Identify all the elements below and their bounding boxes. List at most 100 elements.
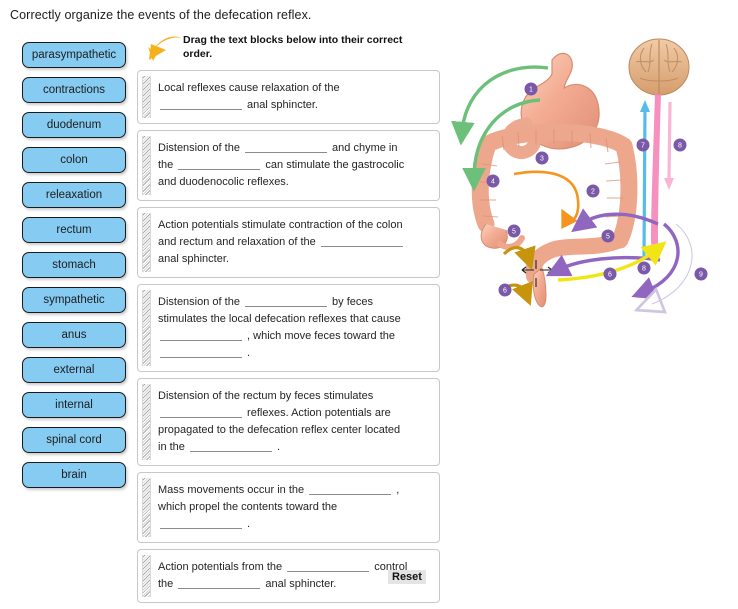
answer-blank[interactable]: [178, 158, 261, 170]
page-title: Correctly organize the events of the def…: [10, 8, 312, 22]
answer-blank[interactable]: [160, 406, 242, 418]
word-chip-stomach[interactable]: stomach: [22, 252, 126, 278]
text-fragment: reflexes. Action potentials are: [244, 407, 391, 419]
spinal-cord-illustration: [651, 94, 661, 262]
brain-illustration: [628, 38, 690, 96]
block-line: the can stimulate the gastrocolic: [158, 157, 404, 174]
callout-5: 5: [507, 224, 521, 238]
text-fragment: and chyme in: [329, 142, 398, 154]
text-fragment: .: [244, 518, 251, 530]
word-chip-rectum[interactable]: rectum: [22, 217, 126, 243]
callout-3: 3: [535, 151, 549, 165]
text-fragment: Local reflexes cause relaxation of the: [158, 82, 340, 94]
text-fragment: and duodenocolic reflexes.: [158, 176, 289, 188]
drop-block[interactable]: Mass movements occur in the , which prope…: [137, 472, 440, 543]
text-fragment: stimulates the local defecation reflexes…: [158, 313, 401, 325]
drop-block[interactable]: Action potentials stimulate contraction …: [137, 207, 440, 278]
text-fragment: the: [158, 578, 177, 590]
text-fragment: Distension of the: [158, 142, 243, 154]
word-chip-external[interactable]: external: [22, 357, 126, 383]
answer-blank[interactable]: [189, 440, 272, 452]
svg-text:6: 6: [503, 288, 507, 295]
answer-blank[interactable]: [287, 560, 370, 572]
answer-blank[interactable]: [309, 483, 392, 495]
drag-grip-icon[interactable]: [142, 213, 151, 272]
drop-block-text: Mass movements occur in the , which prope…: [158, 482, 399, 533]
block-line: Distension of the rectum by feces stimul…: [158, 388, 400, 405]
text-fragment: Action potentials from the: [158, 561, 286, 573]
drop-block[interactable]: Distension of the and chyme in the can st…: [137, 130, 440, 201]
word-chip-spinal-cord[interactable]: spinal cord: [22, 427, 126, 453]
svg-text:9: 9: [699, 272, 703, 279]
answer-blank[interactable]: [178, 577, 261, 589]
text-fragment: anal sphincter.: [158, 253, 229, 265]
drag-grip-icon[interactable]: [142, 136, 151, 195]
drop-block[interactable]: Distension of the rectum by feces stimul…: [137, 378, 440, 466]
block-line: propagated to the defecation reflex cent…: [158, 422, 400, 439]
callout-11: 6: [603, 267, 617, 281]
drag-grip-icon[interactable]: [142, 478, 151, 537]
word-chip-anus[interactable]: anus: [22, 322, 126, 348]
block-line: reflexes. Action potentials are: [158, 405, 400, 422]
drag-arrow-icon: [148, 36, 182, 61]
block-line: the anal sphincter.: [158, 576, 407, 593]
drag-grip-icon[interactable]: [142, 76, 151, 118]
word-chip-duodenum[interactable]: duodenum: [22, 112, 126, 138]
answer-blank[interactable]: [160, 517, 242, 529]
answer-blank[interactable]: [245, 295, 327, 307]
text-fragment: the: [158, 159, 177, 171]
drop-block-text: Distension of the and chyme in the can st…: [158, 140, 404, 191]
text-fragment: can stimulate the gastrocolic: [262, 159, 405, 171]
drop-block-text: Action potentials stimulate contraction …: [158, 217, 405, 268]
answer-blank[interactable]: [160, 98, 242, 110]
block-line: which propel the contents toward the: [158, 499, 399, 516]
drop-block-text: Distension of the rectum by feces stimul…: [158, 388, 400, 456]
word-chip-internal[interactable]: internal: [22, 392, 126, 418]
word-chip-brain[interactable]: brain: [22, 462, 126, 488]
answer-blank[interactable]: [245, 141, 327, 153]
ascending-pathway-arrow: [640, 100, 650, 259]
svg-text:3: 3: [540, 156, 544, 163]
svg-text:5: 5: [512, 229, 516, 236]
text-fragment: .: [244, 347, 251, 359]
callout-7: 7: [636, 138, 650, 152]
answer-blank[interactable]: [160, 346, 242, 358]
text-fragment: and rectum and relaxation of the: [158, 236, 319, 248]
callout-10: 5: [601, 229, 615, 243]
text-fragment: which propel the contents toward the: [158, 501, 338, 513]
word-chip-sympathetic[interactable]: sympathetic: [22, 287, 126, 313]
svg-text:4: 4: [491, 179, 495, 186]
callout-6: 6: [498, 283, 512, 297]
svg-text:5: 5: [606, 234, 610, 241]
word-chip-contractions[interactable]: contractions: [22, 77, 126, 103]
text-fragment: by feces: [329, 296, 374, 308]
drag-grip-icon[interactable]: [142, 290, 151, 366]
drop-block-text: Local reflexes cause relaxation of the a…: [158, 80, 340, 114]
reset-button[interactable]: Reset: [388, 570, 426, 584]
word-chip-releaxation[interactable]: releaxation: [22, 182, 126, 208]
block-line: Distension of the by feces: [158, 294, 401, 311]
drop-block-text: Distension of the by feces stimulates the…: [158, 294, 401, 362]
drop-block[interactable]: Distension of the by feces stimulates the…: [137, 284, 440, 372]
callout-2: 2: [586, 184, 600, 198]
svg-text:8: 8: [642, 266, 646, 273]
text-fragment: Distension of the rectum by feces stimul…: [158, 390, 374, 402]
word-bank: parasympathetic contractions duodenum colon…: [22, 42, 128, 497]
word-chip-parasympathetic[interactable]: parasympathetic: [22, 42, 126, 68]
callout-9: 9: [694, 267, 708, 281]
text-fragment: anal sphincter.: [262, 578, 337, 590]
drag-grip-icon[interactable]: [142, 384, 151, 460]
drop-block[interactable]: Local reflexes cause relaxation of the a…: [137, 70, 440, 124]
text-fragment: Action potentials stimulate contraction …: [158, 219, 403, 231]
text-fragment: .: [273, 441, 281, 453]
drag-grip-icon[interactable]: [142, 555, 151, 597]
text-fragment: in the: [158, 441, 188, 453]
word-chip-colon[interactable]: colon: [22, 147, 126, 173]
block-line: .: [158, 516, 399, 533]
answer-blank[interactable]: [160, 329, 242, 341]
callout-4: 4: [486, 174, 500, 188]
descending-pathway-arrow: [664, 101, 674, 190]
instruction-text: Drag the text blocks below into their co…: [183, 34, 403, 61]
callout-1: 1: [524, 82, 538, 96]
answer-blank[interactable]: [320, 235, 403, 247]
